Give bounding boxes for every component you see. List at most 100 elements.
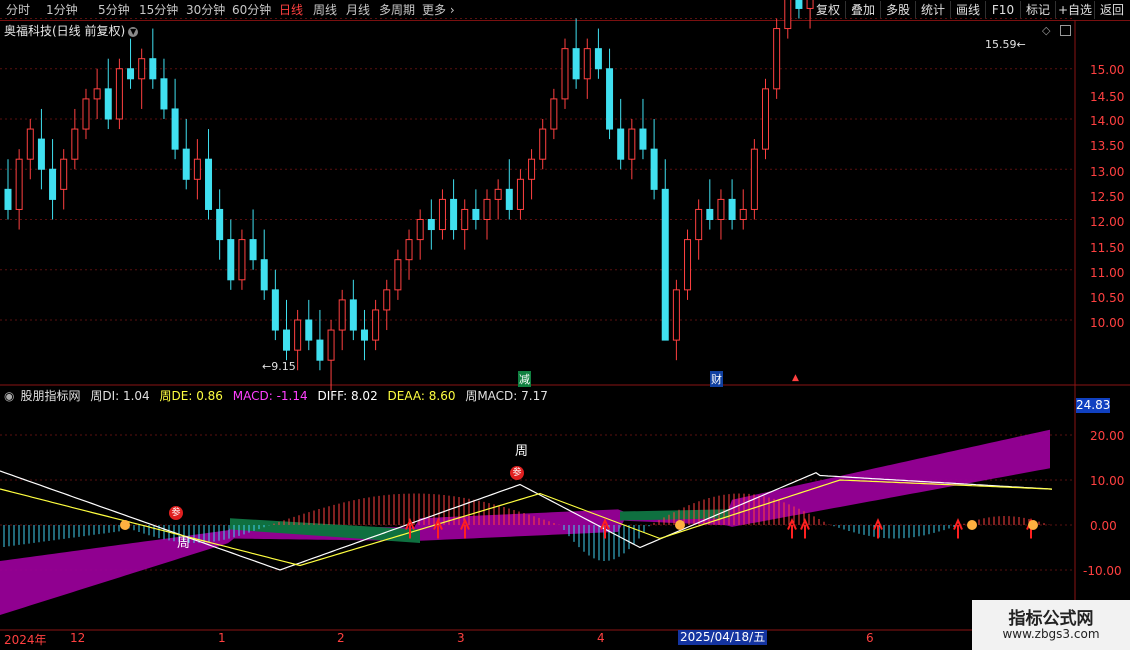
date-tick: 2: [337, 631, 345, 645]
up-arrow-icon: [953, 518, 963, 539]
date-tick: 1: [218, 631, 226, 645]
candle-body: [405, 239, 413, 261]
up-arrow-icon: [800, 518, 810, 539]
candle-body: [149, 58, 157, 80]
candle-body: [461, 208, 469, 231]
candle-body: [606, 68, 614, 130]
candle-body: [795, 0, 803, 9]
legend-week-de: 周DE: 0.86: [159, 389, 223, 403]
candle-body: [684, 239, 692, 291]
candle-body: [82, 98, 90, 130]
candle-body: [628, 128, 636, 160]
can-signal-badge: 参: [510, 466, 524, 480]
candle-body: [739, 208, 747, 220]
candle-body: [327, 329, 335, 361]
candle-body: [182, 148, 190, 180]
date-tick: 12: [70, 631, 86, 645]
can-signal-badge: 参: [169, 506, 183, 520]
candle-body: [416, 219, 424, 241]
candle-body: [750, 148, 758, 210]
candle-body: [93, 88, 101, 100]
settings-icon[interactable]: ◉: [4, 389, 14, 403]
candle-body: [294, 319, 302, 351]
candle-body: [193, 158, 201, 180]
candle-body: [383, 289, 391, 311]
indicator-tick: -10.00: [1083, 564, 1122, 578]
candle-body: [661, 188, 669, 341]
candle-body: [205, 158, 213, 210]
current-value-badge: 24.83: [1076, 398, 1111, 413]
candle-body: [806, 0, 814, 9]
candle-body: [349, 299, 357, 331]
candle-body: [316, 339, 324, 361]
candle-body: [71, 128, 79, 160]
indicator-legend: ◉ 股朋指标网 周DI: 1.04 周DE: 0.86 MACD: -1.14 D…: [4, 387, 554, 404]
candle-body: [706, 208, 714, 220]
candle-body: [271, 289, 279, 331]
candle-body: [4, 188, 12, 210]
legend-week-di: 周DI: 1.04: [90, 389, 150, 403]
candle-body: [60, 158, 68, 190]
candle-body: [594, 48, 602, 70]
candle-body: [372, 309, 380, 341]
candle-body: [282, 329, 290, 351]
candle-body: [427, 219, 435, 231]
candle-body: [561, 48, 569, 100]
watermark-logo: 指标公式网 www.zbgs3.com: [972, 600, 1130, 650]
candle-body: [438, 198, 446, 231]
candle-body: [784, 0, 792, 30]
candle-body: [104, 88, 112, 120]
candle-body: [539, 128, 547, 160]
candle-body: [227, 239, 235, 281]
candle-body: [494, 188, 502, 200]
week-label: 周: [515, 444, 529, 459]
candle-body: [127, 68, 135, 80]
candle-body: [639, 128, 647, 150]
indicator-name[interactable]: 股朋指标网: [20, 389, 80, 403]
watermark-title: 指标公式网: [1008, 609, 1094, 629]
candle-body: [305, 319, 313, 341]
candle-body: [338, 299, 346, 331]
candle-body: [762, 88, 770, 150]
candle-body: [49, 168, 57, 200]
candle-body: [160, 78, 168, 110]
candle-body: [260, 259, 268, 291]
candle-body: [773, 28, 781, 90]
candle-body: [483, 198, 491, 220]
candle-body: [115, 68, 123, 120]
candle-body: [216, 208, 224, 241]
max-price-label: 15.59←: [985, 38, 1026, 51]
candle-body: [717, 198, 725, 220]
week-label: 周: [177, 536, 191, 551]
hand-pointer-icon: [967, 520, 977, 530]
cursor-date: 2025/04/18/五: [678, 630, 768, 645]
candle-body: [238, 239, 246, 281]
candle-body: [695, 208, 703, 241]
candle-body: [572, 48, 580, 80]
candle-body: [728, 198, 736, 220]
candle-body: [672, 289, 680, 341]
legend-week-macd: 周MACD: 7.17: [465, 389, 548, 403]
candle-body: [450, 198, 458, 231]
hand-pointer-icon: [1028, 520, 1038, 530]
candle-body: [617, 128, 625, 160]
date-tick: 3: [457, 631, 465, 645]
event-mark-finance[interactable]: 财: [710, 371, 723, 387]
indicator-tick: 10.00: [1090, 474, 1125, 488]
candle-body: [516, 178, 524, 210]
candle-body: [26, 128, 34, 160]
hand-pointer-icon: [675, 520, 685, 530]
up-arrow-icon: [873, 518, 883, 539]
candle-body: [249, 239, 257, 261]
candle-body: [171, 108, 179, 150]
legend-macd: MACD: -1.14: [232, 389, 308, 403]
candle-body: [505, 188, 513, 210]
date-tick: 4: [597, 631, 605, 645]
candle-body: [394, 259, 402, 291]
candle-body: [528, 158, 536, 180]
watermark-url: www.zbgs3.com: [1002, 627, 1100, 641]
candle-body: [472, 208, 480, 220]
event-mark-reduce[interactable]: 减: [518, 371, 531, 387]
double-up-icon[interactable]: ▲: [792, 373, 799, 383]
candle-body: [583, 48, 591, 80]
